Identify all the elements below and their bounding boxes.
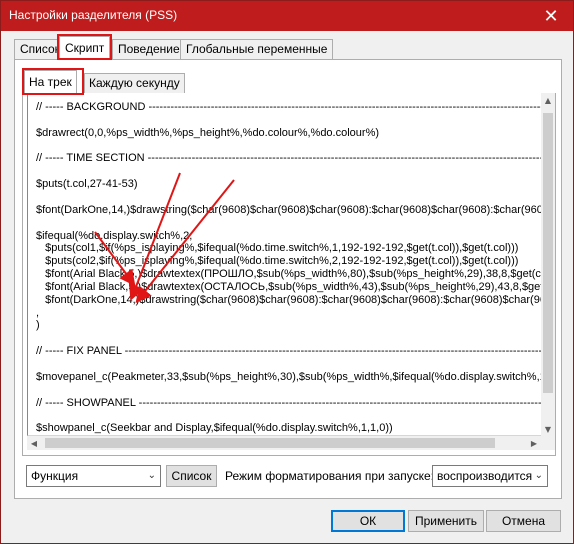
format-mode-select-value: воспроизводится xyxy=(437,469,533,483)
function-select[interactable]: Функция ⌄ xyxy=(26,465,161,487)
tab-global-variables[interactable]: Глобальные переменные xyxy=(180,39,334,59)
apply-button[interactable]: Применить xyxy=(408,510,484,532)
code-line[interactable]: $puts(col2,$if(%ps_isplaying%,$ifequal(%… xyxy=(36,255,518,268)
scroll-right-icon[interactable]: ▶ xyxy=(527,436,541,450)
code-line[interactable]: $puts(t.col,27-41-53) xyxy=(36,178,138,191)
ok-button[interactable]: ОК xyxy=(331,510,405,532)
title-bar[interactable]: Настройки разделителя (PSS) ✕ xyxy=(1,1,573,31)
tab-script[interactable]: Скрипт xyxy=(59,36,111,60)
code-line[interactable]: $puts(col1,$if(%ps_isplaying%,$ifequal(%… xyxy=(36,242,518,255)
code-line[interactable]: $font(DarkOne,14,)$drawstring($char(9608… xyxy=(36,294,541,307)
code-line[interactable]: ) xyxy=(36,319,40,332)
code-line[interactable]: , xyxy=(36,307,39,320)
vertical-scroll-thumb[interactable] xyxy=(543,113,553,393)
code-line[interactable]: $font(Arial Black,5,)$drawtextex(ПРОШЛО,… xyxy=(36,268,541,281)
subtab-every-second[interactable]: Каждую секунду xyxy=(84,73,185,93)
chevron-down-icon: ⌄ xyxy=(534,470,543,481)
code-line[interactable]: $font(DarkOne,14,)$drawstring($char(9608… xyxy=(36,204,541,217)
code-line[interactable]: $font(Arial Black,5,)$drawtextex(ОСТАЛОС… xyxy=(36,281,541,294)
code-line[interactable]: $drawrect(0,0,%ps_width%,%ps_height%,%do… xyxy=(36,127,379,140)
code-line[interactable]: $movepanel_c(Peakmeter,33,$sub(%ps_heigh… xyxy=(36,371,541,384)
window-title: Настройки разделителя (PSS) xyxy=(9,8,178,22)
code-line[interactable]: $ifequal(%do.display.switch%,2, xyxy=(36,230,192,243)
subtab-on-track[interactable]: На трек xyxy=(24,70,77,95)
script-editor[interactable]: // ----- BACKGROUND --------------------… xyxy=(27,93,541,436)
scroll-left-icon[interactable]: ◀ xyxy=(27,436,41,450)
format-mode-select[interactable]: воспроизводится ⌄ xyxy=(432,465,548,487)
function-select-value: Функция xyxy=(31,469,79,483)
code-line[interactable]: // ----- FIX PANEL ---------------------… xyxy=(36,345,541,358)
chevron-down-icon: ⌄ xyxy=(147,470,156,481)
code-line[interactable]: $showpanel_c(Seekbar and Display,$ifequa… xyxy=(36,422,393,435)
code-line[interactable]: // ----- TIME SECTION ------------------… xyxy=(36,152,541,165)
close-icon[interactable]: ✕ xyxy=(533,1,569,31)
scroll-down-icon[interactable]: ▼ xyxy=(541,422,555,436)
code-line[interactable]: // ----- SHOWPANEL ---------------------… xyxy=(36,397,541,410)
scrollbar-corner xyxy=(541,436,555,450)
format-mode-label: Режим форматирования при запуске: xyxy=(225,469,434,483)
cancel-button[interactable]: Отмена xyxy=(486,510,561,532)
code-line[interactable]: // ----- BACKGROUND --------------------… xyxy=(36,101,541,114)
vertical-scrollbar[interactable]: ▲ ▼ xyxy=(541,93,555,436)
list-button[interactable]: Список xyxy=(166,465,217,487)
horizontal-scrollbar[interactable]: ◀ ▶ xyxy=(27,436,541,450)
scroll-up-icon[interactable]: ▲ xyxy=(541,93,555,107)
tab-behavior[interactable]: Поведение xyxy=(112,39,186,59)
horizontal-scroll-thumb[interactable] xyxy=(45,438,495,448)
